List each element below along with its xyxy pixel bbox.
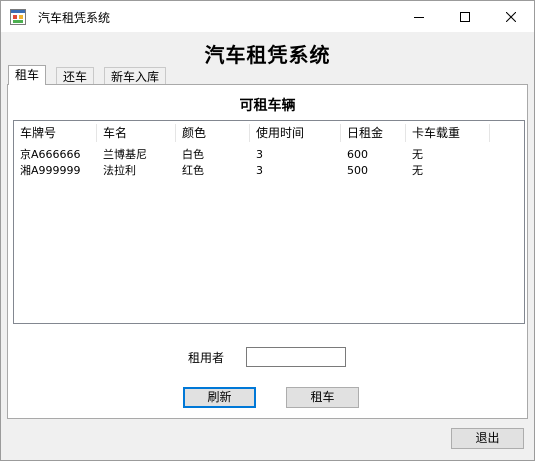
list-header: 车牌号 车名 颜色 使用时间 日租金 卡车载重 <box>14 121 524 145</box>
cell-color: 白色 <box>182 148 204 161</box>
table-row[interactable]: 京A666666 兰博基尼 白色 3 600 无 <box>14 147 524 163</box>
tab-new-car[interactable]: 新车入库 <box>104 67 167 85</box>
cell-daily-rent: 600 <box>347 148 368 161</box>
renter-label: 租用者 <box>188 351 225 365</box>
title-bar[interactable]: 汽车租凭系统 <box>1 1 534 32</box>
close-button[interactable] <box>488 1 534 32</box>
column-header-truck-load[interactable]: 卡车载重 <box>406 121 490 145</box>
main-window: 汽车租凭系统 汽车租凭系统 租车 还车 新车入库 可租车辆 车牌号 车名 颜色 … <box>0 0 535 461</box>
app-heading: 汽车租凭系统 <box>204 43 331 67</box>
column-header-label: 车名 <box>103 126 128 140</box>
column-header-use-time[interactable]: 使用时间 <box>250 121 341 145</box>
window-title: 汽车租凭系统 <box>38 11 111 25</box>
rent-tab-panel: 可租车辆 车牌号 车名 颜色 使用时间 日租金 卡车载重 京A666666 兰博… <box>7 84 528 419</box>
maximize-icon <box>460 11 470 22</box>
column-header-label: 卡车载重 <box>412 126 461 140</box>
app-form-icon <box>10 9 26 25</box>
column-header-label: 日租金 <box>347 126 384 140</box>
cell-name: 兰博基尼 <box>103 148 147 161</box>
column-header-color[interactable]: 颜色 <box>176 121 250 145</box>
cell-color: 红色 <box>182 164 204 177</box>
refresh-button[interactable]: 刷新 <box>183 387 256 408</box>
rent-button[interactable]: 租车 <box>286 387 359 408</box>
maximize-button[interactable] <box>442 1 488 32</box>
column-header-name[interactable]: 车名 <box>97 121 176 145</box>
cell-plate: 京A666666 <box>20 148 81 161</box>
table-row[interactable]: 湘A999999 法拉利 红色 3 500 无 <box>14 163 524 179</box>
cell-name: 法拉利 <box>103 164 136 177</box>
cell-plate: 湘A999999 <box>20 164 81 177</box>
minimize-button[interactable] <box>396 1 442 32</box>
section-title: 可租车辆 <box>239 98 296 114</box>
tab-rent[interactable]: 租车 <box>8 65 47 85</box>
column-header-plate[interactable]: 车牌号 <box>14 121 97 145</box>
renter-input[interactable] <box>246 347 346 367</box>
cell-daily-rent: 500 <box>347 164 368 177</box>
column-header-label: 颜色 <box>182 126 207 140</box>
tab-return[interactable]: 还车 <box>56 67 95 85</box>
column-header-daily-rent[interactable]: 日租金 <box>341 121 406 145</box>
bottom-bar: 退出 <box>1 420 534 460</box>
cell-truck-load: 无 <box>412 164 423 177</box>
close-icon <box>506 11 516 22</box>
cell-use-time: 3 <box>256 148 263 161</box>
column-header-label: 使用时间 <box>256 126 305 140</box>
cell-use-time: 3 <box>256 164 263 177</box>
column-header-label: 车牌号 <box>20 126 57 140</box>
cell-truck-load: 无 <box>412 148 423 161</box>
available-cars-list[interactable]: 车牌号 车名 颜色 使用时间 日租金 卡车载重 京A666666 兰博基尼 白色… <box>13 120 525 324</box>
minimize-icon <box>414 16 424 18</box>
exit-button[interactable]: 退出 <box>451 428 524 449</box>
